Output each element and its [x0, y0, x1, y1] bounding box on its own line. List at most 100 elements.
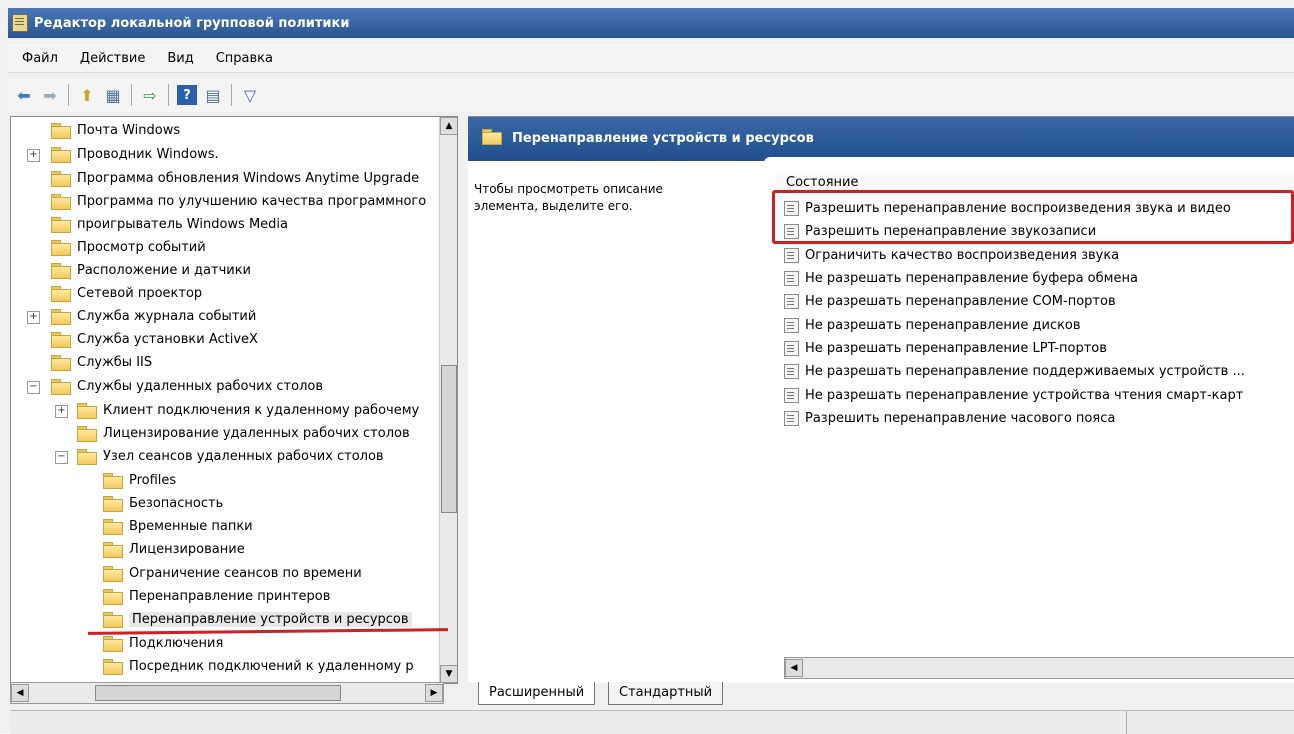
- list-item[interactable]: Не разрешать перенаправление дисков: [784, 314, 1081, 336]
- policy-setting-icon: [784, 247, 799, 263]
- header-notch: [764, 157, 1294, 165]
- scroll-up-arrow-icon[interactable]: ▲: [440, 117, 457, 135]
- list-item[interactable]: Не разрешать перенаправление COM-портов: [784, 290, 1116, 312]
- folder-icon: [103, 472, 123, 489]
- folder-icon: [103, 588, 123, 605]
- folder-icon: [51, 193, 71, 210]
- tree-item[interactable]: Временные папки: [103, 515, 253, 537]
- list-item[interactable]: Не разрешать перенаправление поддерживае…: [784, 360, 1245, 382]
- tree-item[interactable]: Перенаправление принтеров: [103, 585, 330, 607]
- filter-icon[interactable]: ▽: [240, 85, 260, 105]
- status-bar: [10, 710, 1294, 734]
- scroll-down-arrow-icon[interactable]: ▼: [440, 665, 457, 683]
- toolbar-separator: [231, 84, 232, 106]
- menu-help[interactable]: Справка: [216, 51, 273, 66]
- tree-item[interactable]: Программа по улучшению качества программ…: [51, 190, 426, 212]
- policy-setting-icon: [784, 410, 799, 426]
- back-icon[interactable]: ⬅: [14, 85, 34, 105]
- menu-file[interactable]: Файл: [22, 51, 58, 66]
- highlight-box: [772, 190, 1294, 244]
- folder-icon: [103, 541, 123, 558]
- window-title: Редактор локальной групповой политики: [34, 15, 350, 31]
- policy-setting-icon: [784, 387, 799, 403]
- folder-icon: [51, 378, 71, 395]
- tree-item[interactable]: Лицензирование: [103, 538, 245, 560]
- folder-icon: [51, 170, 71, 187]
- folder-icon: [103, 611, 123, 628]
- gpedit-app-icon: [12, 14, 28, 32]
- forward-icon[interactable]: ➡: [40, 85, 60, 105]
- tree-item[interactable]: Расположение и датчики: [51, 259, 251, 281]
- scroll-right-arrow-icon[interactable]: ▶: [425, 684, 443, 702]
- menu-bar: Файл Действие Вид Справка: [8, 44, 1294, 73]
- tree-item[interactable]: Службы IIS: [51, 351, 152, 373]
- tree-horizontal-scrollbar[interactable]: ◀ ▶: [10, 682, 444, 704]
- collapse-minus-icon[interactable]: −: [27, 381, 40, 394]
- tree-item[interactable]: Сетевой проектор: [51, 282, 202, 304]
- scrollbar-thumb[interactable]: [441, 365, 457, 513]
- export-icon[interactable]: ⇨: [140, 85, 160, 105]
- folder-icon: [51, 308, 71, 325]
- folder-icon: [51, 122, 71, 139]
- folder-icon: [51, 354, 71, 371]
- folder-icon: [103, 658, 123, 675]
- status-separator: [1126, 711, 1127, 734]
- list-item[interactable]: Ограничить качество воспроизведения звук…: [784, 244, 1119, 266]
- tree-item[interactable]: Почта Windows: [51, 119, 180, 141]
- app-window: Редактор локальной групповой политики Фа…: [0, 0, 1294, 734]
- list-horizontal-scrollbar[interactable]: ◀: [784, 657, 1294, 679]
- policy-setting-icon: [784, 340, 799, 356]
- expand-plus-icon[interactable]: +: [27, 311, 40, 324]
- tree-item[interactable]: Profiles: [103, 469, 176, 491]
- menu-view[interactable]: Вид: [167, 51, 193, 66]
- tree-item-selected[interactable]: Перенаправление устройств и ресурсов: [103, 608, 412, 630]
- tree-item[interactable]: Подключения: [103, 632, 223, 654]
- list-item[interactable]: Не разрешать перенаправление устройства …: [784, 384, 1243, 406]
- description-text: Чтобы просмотреть описание элемента, выд…: [474, 182, 663, 213]
- folder-icon: [103, 495, 123, 512]
- tree-item[interactable]: Безопасность: [103, 492, 223, 514]
- tree-item[interactable]: Служба установки ActiveX: [51, 328, 258, 350]
- tree-item[interactable]: Просмотр событий: [51, 236, 206, 258]
- list-item[interactable]: Разрешить перенаправление часового пояса: [784, 407, 1115, 429]
- folder-icon: [77, 425, 97, 442]
- folder-icon: [77, 448, 97, 465]
- show-tree-icon[interactable]: ▦: [103, 85, 123, 105]
- folder-icon: [103, 565, 123, 582]
- collapse-minus-icon[interactable]: −: [55, 451, 68, 464]
- policy-setting-icon: [784, 270, 799, 286]
- help-icon[interactable]: ?: [177, 85, 197, 105]
- scroll-left-arrow-icon[interactable]: ◀: [785, 659, 803, 677]
- list-item[interactable]: Не разрешать перенаправление буфера обме…: [784, 267, 1138, 289]
- scroll-left-arrow-icon[interactable]: ◀: [11, 684, 29, 702]
- tree-item[interactable]: Узел сеансов удаленных рабочих столов: [77, 445, 384, 467]
- tree-item[interactable]: Проводник Windows.: [51, 143, 219, 165]
- up-folder-icon[interactable]: ⬆: [77, 85, 97, 105]
- tree-item[interactable]: Посредник подключений к удаленному р: [103, 655, 414, 677]
- tree-pane[interactable]: Почта Windows + Проводник Windows. Прогр…: [10, 116, 458, 684]
- title-bar: Редактор локальной групповой политики: [8, 8, 1294, 38]
- menu-action[interactable]: Действие: [80, 51, 145, 66]
- tree-item[interactable]: проигрыватель Windows Media: [51, 213, 288, 235]
- tab-extended[interactable]: Расширенный: [478, 682, 596, 705]
- tree-item[interactable]: Лицензирование удаленных рабочих столов: [77, 422, 410, 444]
- toolbar: ⬅ ➡ ⬆ ▦ ⇨ ? ▤ ▽: [8, 78, 1294, 112]
- toolbar-separator: [168, 84, 169, 106]
- toolbar-separator: [68, 84, 69, 106]
- list-item[interactable]: Не разрешать перенаправление LPT-портов: [784, 337, 1107, 359]
- tree-item[interactable]: Ограничение сеансов по времени: [103, 562, 362, 584]
- expand-plus-icon[interactable]: +: [27, 149, 40, 162]
- expand-plus-icon[interactable]: +: [55, 405, 68, 418]
- tree-item[interactable]: Служба журнала событий: [51, 305, 256, 327]
- tree-item[interactable]: Службы удаленных рабочих столов: [51, 375, 323, 397]
- tree-vertical-scrollbar[interactable]: ▲ ▼: [439, 117, 457, 683]
- policy-setting-icon: [784, 317, 799, 333]
- properties-icon[interactable]: ▤: [203, 85, 223, 105]
- scrollbar-thumb[interactable]: [95, 685, 341, 701]
- tree-item[interactable]: Клиент подключения к удаленному рабочему: [77, 399, 419, 421]
- tree-item[interactable]: Программа обновления Windows Anytime Upg…: [51, 167, 419, 189]
- settings-list: Состояние Разрешить перенаправление восп…: [776, 173, 1294, 683]
- folder-icon: [51, 239, 71, 256]
- tab-standard[interactable]: Стандартный: [608, 682, 724, 705]
- folder-icon: [77, 402, 97, 419]
